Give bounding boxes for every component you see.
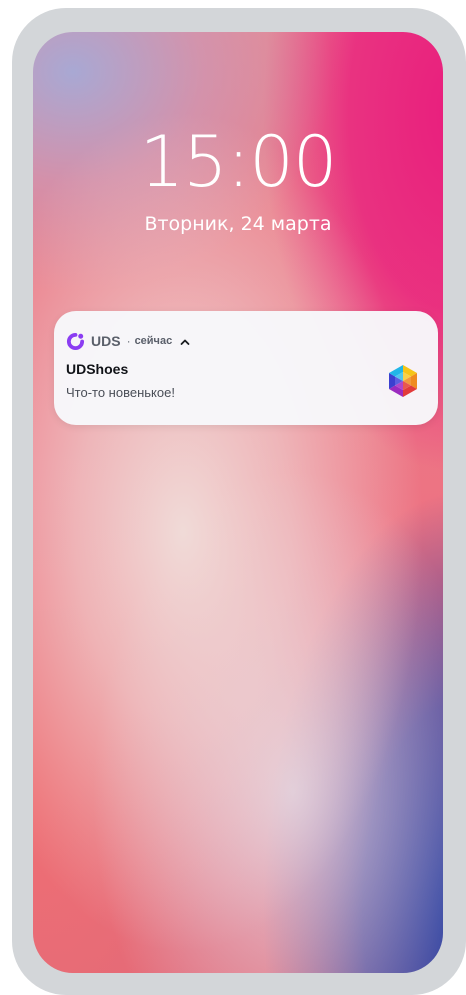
lock-screen-clock: 15:00 [139, 121, 338, 203]
notification-header: UDS · сейчас [66, 331, 191, 351]
notification-time: сейчас [134, 335, 173, 347]
lock-screen-date: Вторник, 24 марта [144, 213, 332, 235]
notification-app-name: UDS [91, 333, 121, 349]
lock-screen: 15:00 Вторник, 24 марта UDS · сейчас UDS… [33, 32, 443, 973]
notification-body: Что-то новенькое! [66, 385, 175, 400]
notification-card[interactable]: UDS · сейчас UDShoes Что-то новенькое! [54, 311, 438, 425]
uds-logo-icon [66, 332, 85, 351]
page: 15:00 Вторник, 24 марта UDS · сейчас UDS… [0, 0, 466, 995]
notification-title: UDShoes [66, 361, 129, 377]
udshoes-logo-icon [385, 363, 421, 399]
notification-separator: · [126, 334, 131, 348]
chevron-up-icon[interactable] [179, 335, 191, 347]
